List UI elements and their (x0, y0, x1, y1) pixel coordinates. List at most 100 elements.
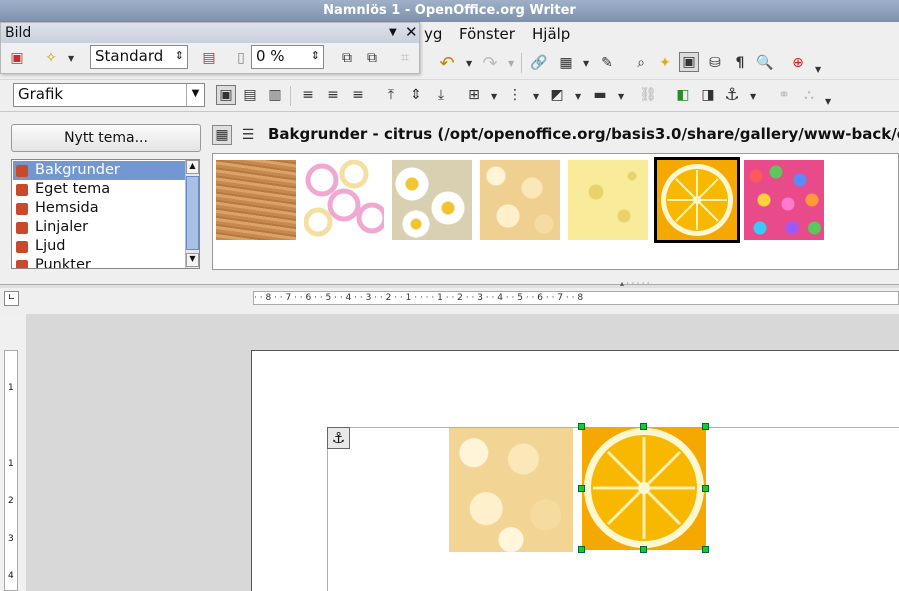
menu-hjalp[interactable]: Hjälp (532, 25, 570, 43)
flip-vertical-icon[interactable]: ⧉ (337, 48, 357, 68)
toolbar-menu-icon[interactable]: ▼ (389, 23, 397, 43)
border-style-icon[interactable]: ⋮ (505, 85, 525, 105)
toolbar-options-icon[interactable]: ▼ (815, 65, 821, 74)
resize-handle[interactable] (702, 546, 709, 553)
border-style-dropdown-icon[interactable]: ▼ (533, 92, 539, 101)
anchor-dropdown-icon[interactable]: ▼ (750, 92, 756, 101)
resize-handle[interactable] (578, 423, 585, 430)
orange-slice (661, 164, 733, 236)
align-middle-icon[interactable]: ⇕ (406, 85, 426, 105)
transparency-field[interactable]: 0 % ⇕ (251, 45, 324, 69)
align-right-icon[interactable]: ≡ (348, 85, 368, 105)
thumbnail-candy[interactable] (744, 160, 824, 240)
thumbnail-cheese[interactable] (568, 160, 648, 240)
chevron-down-icon[interactable]: ▼ (186, 84, 204, 106)
resize-handle[interactable] (578, 546, 585, 553)
menu-verktyg[interactable]: yg (424, 25, 442, 43)
contour-icon[interactable]: ⚭ (774, 85, 794, 105)
thumbnail-citrus[interactable] (654, 157, 740, 243)
resize-handle[interactable] (578, 485, 585, 492)
resize-handle[interactable] (640, 423, 647, 430)
unlink-frames-icon[interactable]: ⛬ (799, 85, 819, 105)
align-bottom-icon[interactable]: ⤓ (431, 85, 451, 105)
thumbnail-daisies[interactable] (392, 160, 472, 240)
hyperlink-icon[interactable]: 🔗 (529, 53, 549, 73)
splitter-grip-icon[interactable]: ▴ · · · · · (620, 279, 649, 288)
table-icon[interactable]: ▦ (556, 53, 576, 73)
find-replace-icon[interactable]: ⌕ (631, 53, 651, 73)
redo-dropdown-icon[interactable]: ▼ (508, 59, 514, 68)
wrap-off-icon[interactable]: ▣ (216, 85, 236, 105)
theme-item-eget-tema[interactable]: Eget tema (13, 180, 185, 199)
undo-icon[interactable]: ↶ (437, 53, 457, 74)
color-icon[interactable]: ▤ (199, 48, 219, 68)
theme-item-punkter[interactable]: Punkter (13, 256, 185, 268)
flip-horizontal-icon[interactable]: ⧉ (362, 48, 382, 68)
image-filter-icon[interactable]: ▣ (7, 48, 27, 68)
anchor-icon[interactable]: ⚓ (327, 427, 350, 449)
redo-icon[interactable]: ↷ (480, 53, 500, 74)
help-icon[interactable]: ⊕ (788, 53, 808, 73)
thumbnail-rings[interactable] (303, 159, 388, 240)
borders-icon[interactable]: ⊞ (464, 85, 484, 105)
thumbnail-wood[interactable] (216, 160, 296, 240)
scroll-thumb[interactable] (186, 176, 199, 250)
align-top-icon[interactable]: ⤒ (381, 85, 401, 105)
navigator-icon[interactable]: ✦ (655, 53, 675, 73)
theme-item-bakgrunder[interactable]: Bakgrunder (13, 161, 185, 180)
popcorn-image[interactable] (449, 428, 573, 552)
crop-icon[interactable]: ⌗ (395, 48, 415, 68)
borders-dropdown-icon[interactable]: ▼ (491, 92, 497, 101)
wrap-through-icon[interactable]: ▥ (265, 85, 285, 105)
resize-handle[interactable] (702, 423, 709, 430)
horizontal-ruler[interactable]: · · 8 · · 7 · · 6 · · 5 · · 4 · · 3 · · … (253, 291, 899, 305)
anchor-icon[interactable]: ⚓ (722, 85, 742, 105)
align-left-icon[interactable]: ≡ (298, 85, 318, 105)
menu-fonster[interactable]: Fönster (459, 25, 515, 43)
theme-item-ljud[interactable]: Ljud (13, 237, 185, 256)
orange-image[interactable] (582, 427, 706, 550)
background-color-dropdown-icon[interactable]: ▼ (618, 92, 624, 101)
border-color-icon[interactable]: ◩ (547, 85, 567, 105)
theme-item-hemsida[interactable]: Hemsida (13, 199, 185, 218)
picture-toolbar-title-bar[interactable]: Bild ▼ ✕ (1, 23, 419, 43)
vertical-ruler[interactable]: 1 1 2 3 4 (4, 350, 18, 591)
border-color-dropdown-icon[interactable]: ▼ (575, 92, 581, 101)
spin-arrows-icon[interactable]: ⇕ (175, 46, 184, 66)
link-frames-icon[interactable]: ⛓ (638, 85, 658, 105)
resize-handle[interactable] (702, 485, 709, 492)
bring-to-front-icon[interactable]: ◧ (673, 85, 693, 105)
scroll-up-icon[interactable]: ▲ (186, 160, 199, 174)
resize-handle[interactable] (640, 546, 647, 553)
transparency-icon: ▯ (237, 50, 245, 66)
filter-dropdown-icon[interactable]: ▼ (68, 54, 74, 63)
zoom-icon[interactable]: 🔍 (755, 53, 775, 73)
align-center-icon[interactable]: ≡ (323, 85, 343, 105)
undo-dropdown-icon[interactable]: ▼ (466, 59, 472, 68)
graphics-mode-select[interactable]: Standard ⇕ (90, 45, 188, 69)
theme-icon (16, 165, 28, 177)
detailed-view-icon[interactable]: ☰ (238, 125, 258, 145)
icon-view-icon[interactable]: ▦ (212, 125, 232, 145)
show-draw-functions-icon[interactable]: ✎ (597, 53, 617, 73)
new-theme-button[interactable]: Nytt tema... (11, 124, 201, 152)
table-dropdown-icon[interactable]: ▼ (583, 59, 589, 68)
theme-item-linjaler[interactable]: Linjaler (13, 218, 185, 237)
thumbnail-popcorn[interactable] (480, 160, 560, 240)
theme-icon (16, 241, 28, 253)
scroll-down-icon[interactable]: ▼ (186, 253, 199, 267)
theme-list[interactable]: Bakgrunder Eget tema Hemsida Linjaler Lj… (11, 159, 200, 269)
send-to-back-icon[interactable]: ◨ (698, 85, 718, 105)
gallery-icon[interactable]: ▣ (679, 52, 699, 72)
formatting-marks-icon[interactable]: ¶ (730, 53, 750, 73)
spin-arrows-icon[interactable]: ⇕ (311, 46, 320, 66)
theme-list-scrollbar[interactable]: ▲ ▼ (185, 160, 199, 268)
data-sources-icon[interactable]: ⛁ (705, 53, 725, 73)
paragraph-style-select[interactable]: Grafik ▼ (13, 83, 205, 107)
toolbar-options-icon[interactable]: ▼ (825, 97, 831, 106)
wrap-page-icon[interactable]: ▤ (240, 85, 260, 105)
close-icon[interactable]: ✕ (405, 22, 418, 42)
filter-wand-icon[interactable]: ✧ (41, 48, 61, 68)
background-color-icon[interactable]: ▬ (590, 85, 610, 105)
tab-stop-icon[interactable]: ∟ (4, 291, 19, 306)
